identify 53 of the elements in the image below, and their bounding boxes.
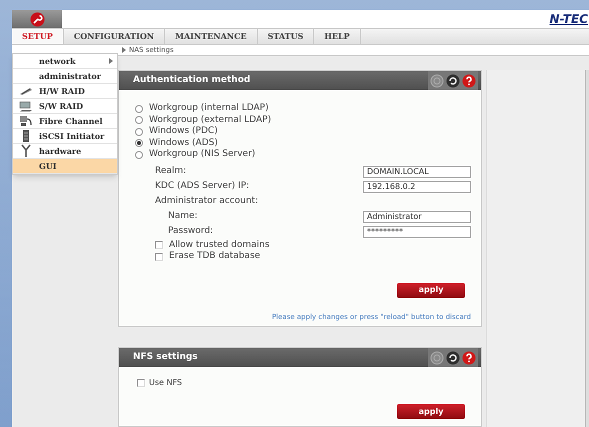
apply-button[interactable]: apply xyxy=(397,282,465,298)
submenu-arrow-icon xyxy=(109,58,113,64)
menu-item[interactable]: S/W RAID xyxy=(13,99,117,114)
computer-icon xyxy=(19,100,33,112)
group-label: Administrator account: xyxy=(155,195,258,208)
brand-logo: N-TEC xyxy=(550,11,588,28)
radio-button[interactable] xyxy=(135,116,143,124)
reload-icon[interactable] xyxy=(446,350,460,364)
menu-item[interactable]: H/W RAID xyxy=(13,84,117,99)
reload-icon[interactable] xyxy=(446,74,460,88)
arrow-icon xyxy=(122,46,126,53)
menu-item[interactable]: network xyxy=(13,54,117,69)
field-label: Password: xyxy=(168,225,214,238)
input-field[interactable]: DOMAIN.LOCAL xyxy=(363,166,471,178)
menu-item[interactable]: hardware xyxy=(13,144,117,159)
apply-button[interactable]: apply xyxy=(397,404,465,419)
radio-button[interactable] xyxy=(135,150,143,159)
server-icon xyxy=(21,129,31,143)
input-field[interactable]: 192.168.0.2 xyxy=(363,181,471,193)
cable-icon xyxy=(19,115,33,127)
nav-tab[interactable]: HELP xyxy=(314,29,361,44)
option-label: Workgroup (external LDAP) xyxy=(149,114,272,126)
checkbox[interactable] xyxy=(155,241,163,250)
checkbox-label: Use NFS xyxy=(149,376,182,388)
help-icon[interactable] xyxy=(462,350,476,364)
menu-item[interactable]: iSCSI Initiator xyxy=(13,129,117,144)
checkbox[interactable] xyxy=(137,378,145,386)
option-label: Workgroup (NIS Server) xyxy=(149,148,256,161)
nav-tab[interactable]: CONFIGURATION xyxy=(64,29,166,44)
input-field[interactable]: Administrator xyxy=(363,211,471,223)
help-icon[interactable] xyxy=(462,74,476,88)
menu-item[interactable]: administrator xyxy=(13,69,117,84)
panel-title: NFS settings xyxy=(133,350,198,364)
radio-button[interactable] xyxy=(135,139,143,148)
option-label: Windows (ADS) xyxy=(149,136,218,149)
nav-tab[interactable]: MAINTENANCE xyxy=(165,29,258,44)
input-field[interactable]: ********* xyxy=(363,226,471,238)
checkbox-label: Erase TDB database xyxy=(169,250,260,263)
menu-item[interactable]: Fibre Channel xyxy=(13,114,117,129)
panel-title: Authentication method xyxy=(133,74,250,87)
checkbox[interactable] xyxy=(155,252,163,261)
option-label: Workgroup (internal LDAP) xyxy=(149,102,269,115)
option-label: Windows (PDC) xyxy=(149,125,218,138)
scrollbar[interactable] xyxy=(585,70,589,427)
radio-button[interactable] xyxy=(135,128,143,136)
radio-button[interactable] xyxy=(135,104,143,113)
nav-tab[interactable]: SETUP xyxy=(12,29,64,44)
field-label: Realm: xyxy=(155,165,186,178)
nav-tab[interactable]: STATUS xyxy=(258,29,314,44)
menu-item[interactable]: GUI xyxy=(13,159,117,174)
field-label: KDC (ADS Server) IP: xyxy=(155,180,250,194)
field-label: Name: xyxy=(168,210,198,224)
checkbox-label: Allow trusted domains xyxy=(169,238,270,251)
